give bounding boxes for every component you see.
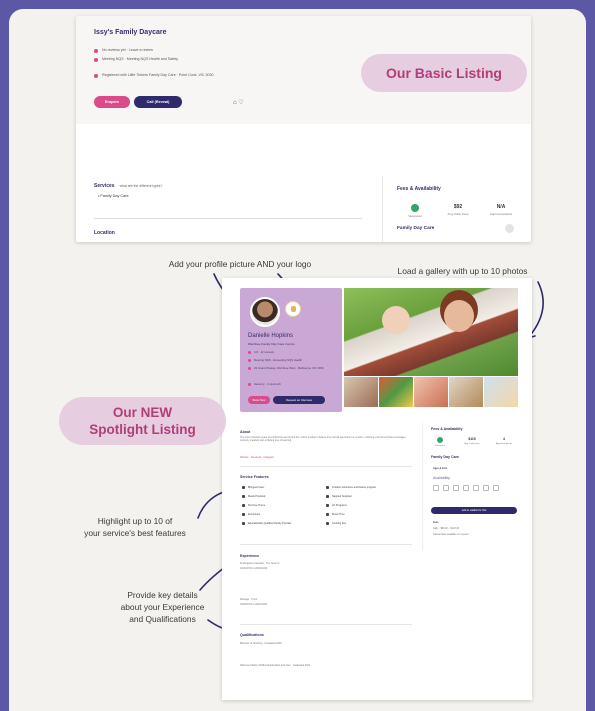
carer-name: Danielle Hopkins	[248, 333, 294, 339]
service-logo	[285, 301, 301, 317]
spotlight-listing-preview: Danielle Hopkins Werribee Family Day Car…	[222, 278, 532, 700]
gallery-thumbnail[interactable]	[484, 377, 518, 407]
gallery-thumbnail[interactable]	[414, 377, 448, 407]
feature-item: Art Programs	[326, 504, 347, 507]
spotlight-listing-badge: Our NEW Spotlight Listing	[59, 397, 226, 445]
qualifications-heading: Qualifications	[240, 633, 264, 637]
day-box[interactable]	[443, 485, 449, 491]
gallery-main-photo[interactable]	[344, 288, 518, 376]
feature-icon	[242, 486, 245, 489]
profile-line-nqs: Meeting NQS · Exceeding NQS Health	[248, 358, 302, 362]
calendar-icon	[248, 382, 251, 386]
feature-item: Educationally Qualified Family Provider	[242, 522, 292, 525]
fees-label: Fees	[433, 521, 439, 524]
side-fee-daily: $115 Avg. Daily Fees	[464, 437, 480, 445]
social-links[interactable]: Website · Facebook · Instagram	[240, 456, 274, 459]
day-box[interactable]	[433, 485, 439, 491]
check-icon	[437, 437, 443, 443]
feature-item: Pet-Free Home	[242, 504, 265, 507]
gallery-thumbnail[interactable]	[344, 377, 378, 407]
feature-icon	[242, 504, 245, 507]
gallery-thumbnail[interactable]	[379, 377, 413, 407]
side-fee-places: 4 Approved places	[495, 437, 513, 445]
qualification-entry: Diploma of Early Childhood Education and…	[240, 664, 311, 667]
side-fees-title: Fees & Availability	[431, 427, 463, 431]
carer-subtitle: Werribee Family Day Care Centre	[248, 342, 295, 346]
feature-icon	[242, 513, 245, 516]
divider	[240, 624, 412, 625]
profile-card: Danielle Hopkins Werribee Family Day Car…	[240, 288, 342, 412]
side-fdc-label: Family Day Care	[431, 455, 459, 459]
feature-icon	[242, 522, 245, 525]
feature-item: Cooking Fun	[326, 522, 346, 525]
feature-icon	[326, 495, 329, 498]
badge-icon	[248, 358, 251, 362]
star-icon	[248, 350, 251, 354]
gallery-thumbnail[interactable]	[449, 377, 483, 407]
feature-item: Meals Provided	[242, 495, 265, 498]
day-box[interactable]	[493, 485, 499, 491]
feature-item: Outdoor Adventure and Nature program	[326, 486, 376, 489]
availability-sidebar: Fees & Availability Vacancies $115 Avg. D…	[422, 423, 522, 551]
about-heading: About	[240, 430, 251, 434]
ages-cost-label: Ages & Cost	[433, 467, 448, 470]
experience-dates: 2016/07/01 to 2019/01/01	[240, 567, 268, 570]
fee-row: Daily · $96.00 – $123.00	[433, 527, 460, 530]
experience-dates: 2019/07/01 to 2021/01/01	[240, 603, 268, 606]
qualification-entry: Bachelor of Teaching · Graduated 2020	[240, 642, 282, 645]
profile-line-vacancy: Vacancy · 2 spots left	[248, 382, 281, 386]
availability-label: Availability	[433, 476, 450, 480]
service-features-heading: Service Features	[240, 475, 269, 479]
feature-item: Excursions	[242, 513, 260, 516]
feature-icon	[326, 522, 329, 525]
waitlist-button[interactable]: Add to waitlist for this	[431, 507, 517, 514]
side-fee-vacancies: Vacancies	[425, 437, 455, 447]
divider	[240, 466, 412, 467]
day-box[interactable]	[483, 485, 489, 491]
feature-icon	[326, 513, 329, 516]
experience-role: Kindergarten Assistant · The Nest Inc	[240, 562, 280, 565]
experience-heading: Experience	[240, 554, 260, 558]
day-box[interactable]	[473, 485, 479, 491]
book-now-button[interactable]: Book Now	[248, 396, 270, 404]
feature-item: Bilingual Carer	[242, 486, 264, 489]
location-pin-icon	[248, 366, 251, 370]
day-box[interactable]	[463, 485, 469, 491]
feature-icon	[242, 495, 245, 498]
profile-picture	[250, 297, 280, 327]
day-box[interactable]	[453, 485, 459, 491]
feature-icon	[326, 504, 329, 507]
profile-line-reviews: 4.8 · 12 reviews	[248, 350, 274, 354]
divider	[240, 544, 412, 545]
feature-icon	[326, 486, 329, 489]
about-text: The most important years of a child's li…	[240, 436, 406, 443]
experience-role: Manager · Point	[240, 598, 258, 601]
request-interview-button[interactable]: Request an Interview	[273, 396, 325, 404]
profile-line-address: 23 Grand Parade, Werribee West · Melbour…	[248, 366, 338, 370]
feature-item: Music Time	[326, 513, 345, 516]
fee-row: Casual rates available on request	[433, 533, 469, 536]
feature-item: Nappies Supplied	[326, 495, 352, 498]
